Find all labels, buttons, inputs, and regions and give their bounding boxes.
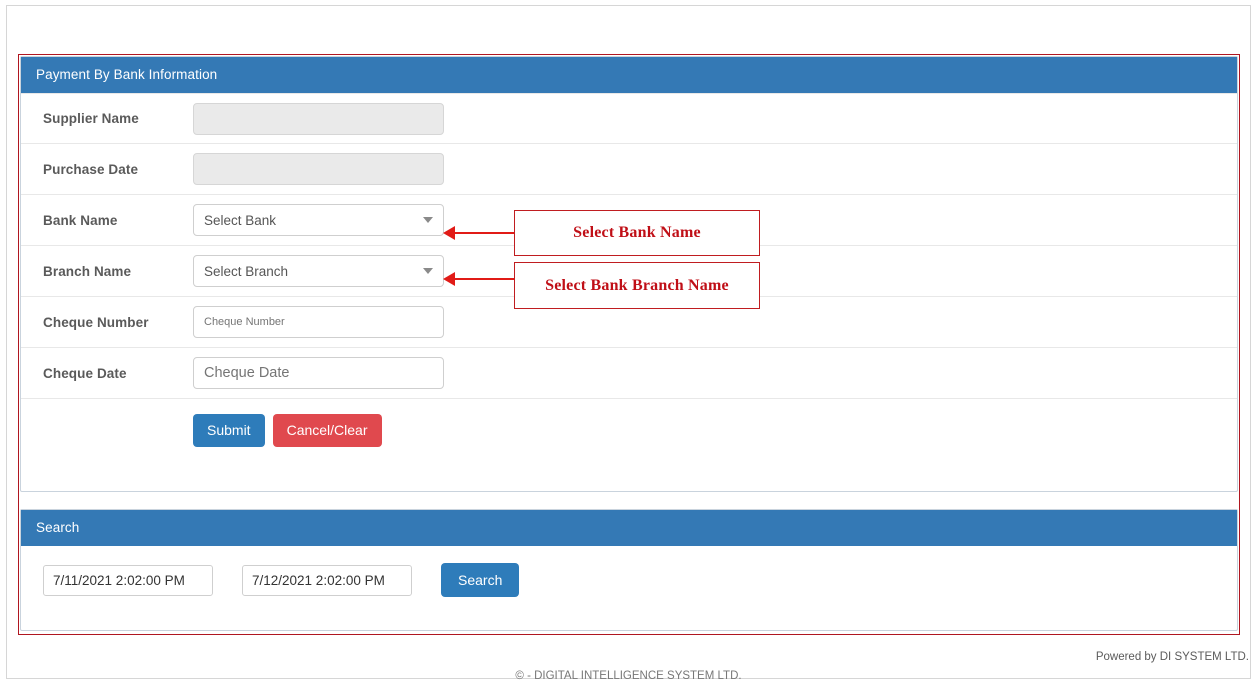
cancel-clear-button[interactable]: Cancel/Clear	[272, 413, 382, 447]
annotation-text: Select Bank Branch Name	[545, 276, 729, 294]
submit-button[interactable]: Submit	[193, 413, 265, 447]
supplier-name-label: Supplier Name	[43, 111, 139, 126]
annotation-text: Select Bank Name	[573, 224, 701, 241]
search-date-from-input[interactable]	[43, 564, 213, 596]
form-row-cheque-date: Cheque Date	[21, 348, 1237, 399]
arrow-line	[453, 278, 515, 280]
purchase-date-input[interactable]	[193, 153, 444, 185]
branch-name-select[interactable]	[193, 255, 444, 287]
supplier-name-input[interactable]	[193, 102, 444, 135]
bank-name-label: Bank Name	[43, 212, 118, 228]
search-panel-body: Search	[21, 546, 1237, 597]
copyright-label: © - DIGITAL INTELLIGENCE SYSTEM LTD.	[515, 670, 742, 682]
form-row-purchase-date: Purchase Date	[21, 144, 1237, 195]
branch-name-select-wrapper	[193, 255, 444, 287]
cheque-date-label: Cheque Date	[43, 365, 127, 381]
payment-panel-title: Payment By Bank Information	[21, 57, 1237, 93]
search-panel-title: Search	[21, 510, 1237, 546]
annotation-arrow-branch	[443, 272, 515, 286]
bank-name-select-wrapper	[193, 204, 444, 236]
cheque-date-input[interactable]	[193, 357, 444, 389]
action-buttons: Submit Cancel/Clear	[193, 413, 382, 447]
form-row-supplier-name: Supplier Name	[21, 93, 1237, 144]
purchase-date-label: Purchase Date	[43, 161, 139, 177]
cheque-number-label: Cheque Number	[43, 314, 149, 330]
bank-name-select[interactable]	[193, 204, 444, 236]
branch-name-label: Branch Name	[43, 263, 132, 279]
annotation-arrow-bank	[443, 226, 515, 240]
annotation-select-branch-name: Select Bank Branch Name	[514, 262, 760, 309]
app-root: Payment By Bank Information Supplier Nam…	[0, 0, 1257, 692]
arrow-line	[453, 232, 515, 234]
annotation-select-bank-name: Select Bank Name	[514, 210, 760, 256]
cheque-number-input[interactable]	[193, 306, 444, 338]
search-panel: Search Search	[20, 509, 1238, 631]
search-date-to-input[interactable]	[242, 564, 412, 596]
powered-by-label: Powered by DI SYSTEM LTD.	[1095, 651, 1249, 663]
highlight-outline: Payment By Bank Information Supplier Nam…	[18, 54, 1240, 635]
form-row-actions: Submit Cancel/Clear	[21, 399, 1237, 461]
search-button[interactable]: Search	[441, 563, 520, 597]
